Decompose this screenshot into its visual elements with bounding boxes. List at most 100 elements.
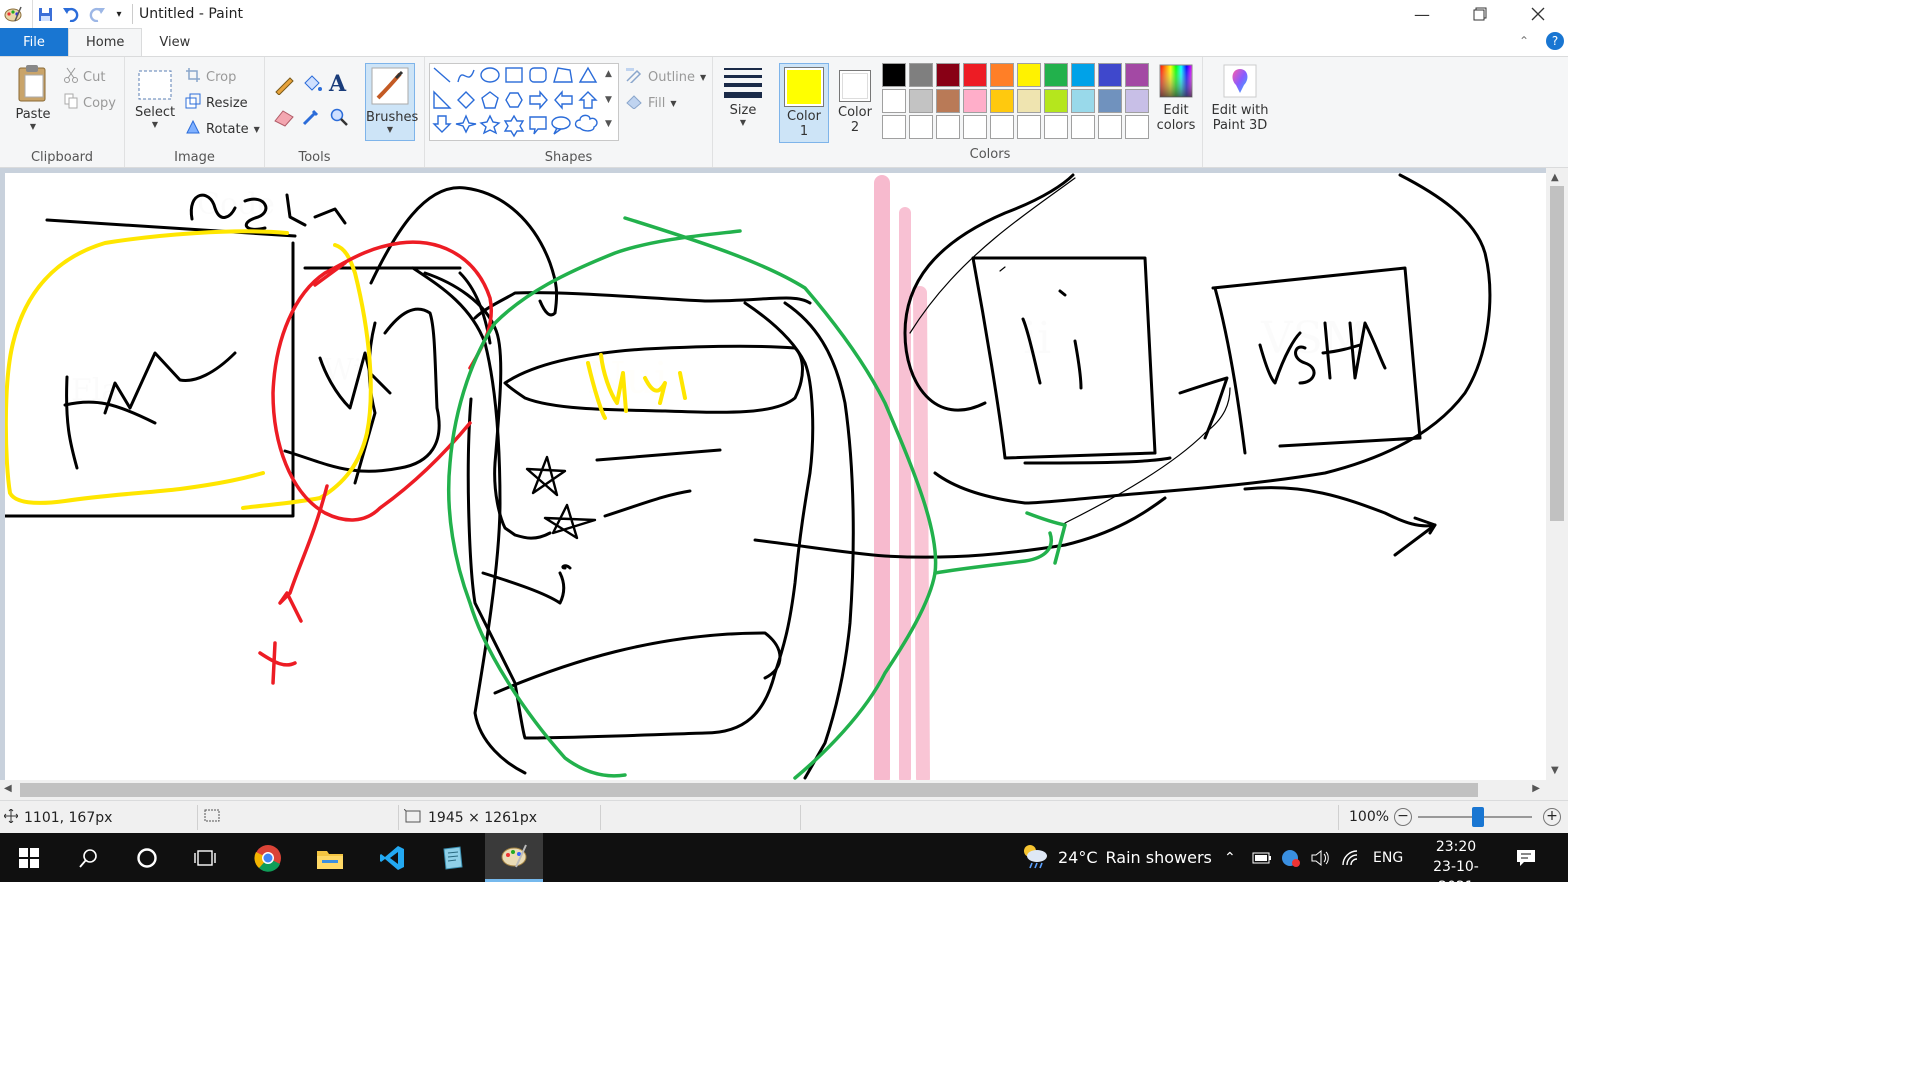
minimize-button[interactable]: — <box>1393 0 1451 28</box>
edit-with-paint3d-button[interactable]: Edit with Paint 3D <box>1208 63 1272 143</box>
brushes-dropdown-icon[interactable]: ▼ <box>366 125 414 134</box>
windows-start-icon[interactable] <box>0 833 58 882</box>
tab-home[interactable]: Home <box>68 28 143 56</box>
shapes-expand-icon[interactable]: ▼ <box>605 119 612 129</box>
eraser-icon[interactable] <box>273 107 295 131</box>
palette-swatch[interactable] <box>909 115 933 139</box>
crop-button[interactable]: Crop <box>185 67 236 87</box>
paste-button[interactable]: Paste ▼ <box>10 63 56 143</box>
paint-taskbar-icon[interactable] <box>485 833 543 882</box>
close-button[interactable] <box>1509 0 1567 28</box>
palette-swatch[interactable] <box>963 115 987 139</box>
vertical-scrollbar[interactable]: ▲ ▼ <box>1546 168 1568 780</box>
show-hidden-icons-icon[interactable]: ⌃ <box>1224 833 1236 882</box>
security-alert-icon[interactable] <box>1281 833 1301 882</box>
search-icon[interactable] <box>60 833 118 882</box>
vscode-icon[interactable] <box>363 833 421 882</box>
color-picker-icon[interactable] <box>301 107 321 131</box>
select-dropdown-icon[interactable]: ▼ <box>135 120 175 129</box>
palette-swatch[interactable] <box>1071 89 1095 113</box>
restore-button[interactable] <box>1451 0 1509 28</box>
horizontal-scroll-thumb[interactable] <box>20 783 1478 797</box>
copy-button[interactable]: Copy <box>64 93 116 113</box>
save-icon[interactable] <box>32 0 58 28</box>
palette-swatch[interactable] <box>1071 63 1095 87</box>
shapes-scroll-down-icon[interactable]: ▼ <box>605 95 612 105</box>
scroll-right-icon[interactable]: ▶ <box>1532 783 1540 794</box>
palette-swatch[interactable] <box>936 115 960 139</box>
palette-swatch[interactable] <box>882 89 906 113</box>
zoom-out-button[interactable]: − <box>1394 808 1412 826</box>
tab-view[interactable]: View <box>142 28 207 56</box>
palette-swatch[interactable] <box>963 63 987 87</box>
redo-icon[interactable] <box>84 0 110 28</box>
shapes-scroll-up-icon[interactable]: ▲ <box>605 69 612 79</box>
text-tool-icon[interactable]: A <box>329 71 346 97</box>
zoom-in-button[interactable]: + <box>1543 808 1561 826</box>
palette-swatch[interactable] <box>990 63 1014 87</box>
fill-button[interactable]: Fill ▼ <box>625 93 677 113</box>
minimize-ribbon-icon[interactable]: ⌃ <box>1519 34 1529 49</box>
vertical-scroll-thumb[interactable] <box>1550 186 1564 521</box>
paste-dropdown-icon[interactable]: ▼ <box>10 122 56 131</box>
color1-button[interactable]: Color 1 <box>779 63 829 143</box>
palette-swatch[interactable] <box>990 89 1014 113</box>
customize-quick-access-icon[interactable]: ▾ <box>110 0 128 28</box>
palette-swatch[interactable] <box>1017 89 1041 113</box>
palette-swatch[interactable] <box>963 89 987 113</box>
outline-button[interactable]: Outline ▼ <box>625 67 706 87</box>
outline-dropdown-icon[interactable]: ▼ <box>700 73 706 82</box>
undo-icon[interactable] <box>58 0 84 28</box>
scroll-up-icon[interactable]: ▲ <box>1551 172 1559 183</box>
notifications-icon[interactable] <box>1516 833 1536 882</box>
palette-swatch[interactable] <box>1125 115 1149 139</box>
palette-swatch[interactable] <box>882 63 906 87</box>
horizontal-scrollbar[interactable]: ◀ ▶ <box>0 780 1546 800</box>
edit-colors-button[interactable]: Edit colors <box>1152 63 1200 143</box>
color2-button[interactable]: Color 2 <box>832 63 878 143</box>
palette-swatch[interactable] <box>1017 63 1041 87</box>
palette-swatch[interactable] <box>1044 63 1068 87</box>
magnifier-icon[interactable] <box>329 107 349 131</box>
scroll-left-icon[interactable]: ◀ <box>4 783 12 794</box>
help-icon[interactable]: ? <box>1546 32 1564 50</box>
volume-icon[interactable] <box>1310 833 1330 882</box>
palette-swatch[interactable] <box>1071 115 1095 139</box>
palette-swatch[interactable] <box>936 63 960 87</box>
palette-swatch[interactable] <box>1125 89 1149 113</box>
fill-dropdown-icon[interactable]: ▼ <box>670 99 676 108</box>
palette-swatch[interactable] <box>936 89 960 113</box>
palette-swatch[interactable] <box>1098 89 1122 113</box>
scroll-down-icon[interactable]: ▼ <box>1551 765 1559 776</box>
task-view-icon[interactable] <box>176 833 234 882</box>
palette-swatch[interactable] <box>1044 115 1068 139</box>
paint-app-icon[interactable] <box>0 0 26 28</box>
palette-swatch[interactable] <box>1044 89 1068 113</box>
palette-swatch[interactable] <box>990 115 1014 139</box>
wifi-icon[interactable] <box>1341 833 1361 882</box>
chrome-icon[interactable] <box>239 833 297 882</box>
battery-icon[interactable] <box>1252 833 1272 882</box>
palette-swatch[interactable] <box>882 115 906 139</box>
drawing-canvas[interactable]: Code Fla Wi Nui ii VSM <box>5 173 1546 780</box>
size-button[interactable]: Size ▼ <box>721 65 765 127</box>
zoom-slider-thumb[interactable] <box>1472 807 1484 827</box>
shapes-gallery[interactable] <box>429 63 619 141</box>
resize-button[interactable]: Resize <box>185 93 248 113</box>
cortana-icon[interactable] <box>118 833 176 882</box>
language-indicator[interactable]: ENG <box>1373 833 1403 882</box>
clock[interactable]: 23:20 23-10-2021 <box>1418 837 1494 897</box>
palette-swatch[interactable] <box>1125 63 1149 87</box>
rotate-button[interactable]: Rotate ▼ <box>185 119 260 139</box>
fill-bucket-icon[interactable] <box>301 73 323 99</box>
palette-swatch[interactable] <box>1017 115 1041 139</box>
palette-swatch[interactable] <box>909 89 933 113</box>
notepad-app-icon[interactable] <box>424 833 482 882</box>
palette-swatch[interactable] <box>1098 115 1122 139</box>
palette-swatch[interactable] <box>1098 63 1122 87</box>
pencil-icon[interactable] <box>273 73 295 99</box>
select-button[interactable]: Select ▼ <box>135 69 175 129</box>
size-dropdown-icon[interactable]: ▼ <box>721 118 765 127</box>
cut-button[interactable]: Cut <box>64 67 105 87</box>
rotate-dropdown-icon[interactable]: ▼ <box>254 125 260 134</box>
